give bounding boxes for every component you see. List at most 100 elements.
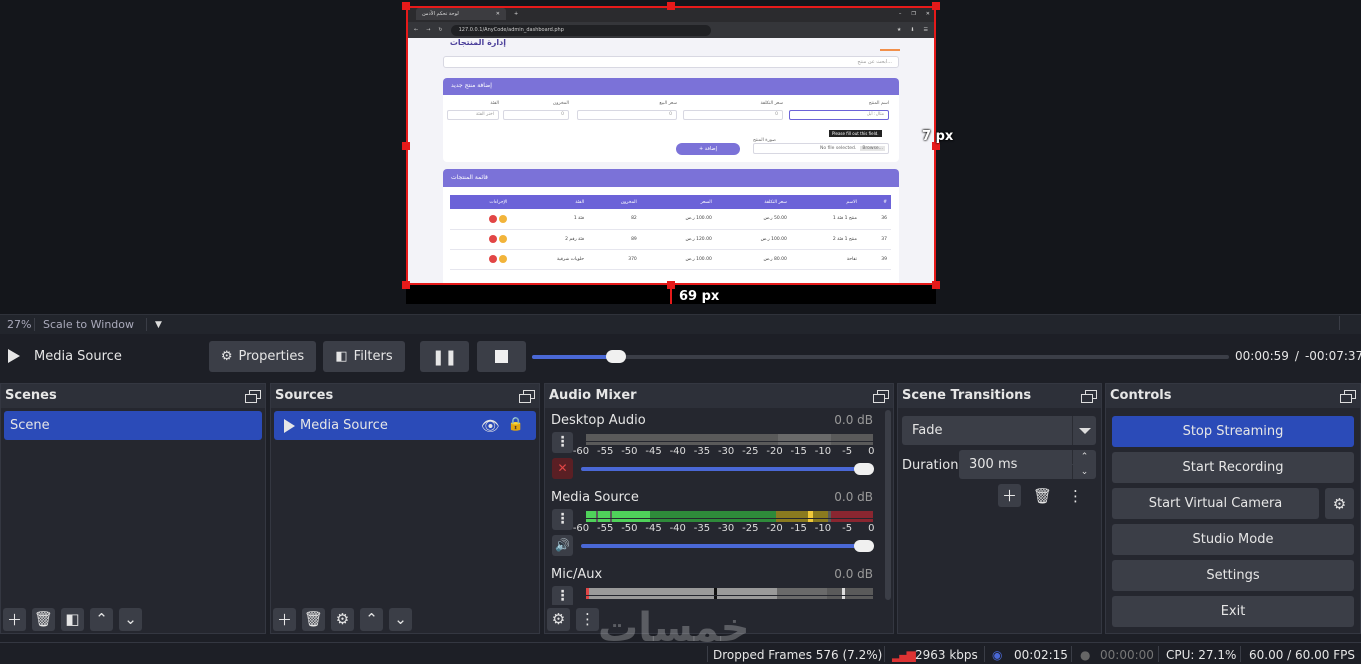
media-source-name: Media Source bbox=[34, 349, 122, 364]
meter-segment bbox=[831, 511, 873, 518]
elapsed-time: 00:00:59 bbox=[1235, 349, 1289, 363]
exit-button[interactable]: Exit bbox=[1112, 596, 1354, 627]
mixer-scrollbar[interactable] bbox=[885, 410, 891, 600]
more-vertical-icon[interactable]: ⋮ bbox=[552, 509, 573, 530]
undock-icon[interactable] bbox=[1081, 390, 1097, 403]
zoom-level: 27% bbox=[0, 318, 35, 331]
stream-time: 00:02:15 bbox=[1014, 648, 1068, 662]
selection-box[interactable] bbox=[406, 6, 936, 285]
move-up-button[interactable]: ⌃ bbox=[360, 607, 383, 631]
undock-icon[interactable] bbox=[519, 390, 535, 403]
stop-streaming-button[interactable]: Stop Streaming bbox=[1112, 416, 1354, 447]
volume-handle[interactable] bbox=[854, 463, 874, 475]
scale-tick: -60 bbox=[572, 523, 590, 534]
start-virtual-camera-button[interactable]: Start Virtual Camera bbox=[1112, 488, 1319, 519]
spin-up-icon[interactable]: ⌃ bbox=[1072, 450, 1096, 464]
move-down-button[interactable]: ⌄ bbox=[119, 607, 142, 631]
plus-icon: ＋ bbox=[6, 610, 22, 629]
scene-item[interactable]: Scene bbox=[4, 411, 262, 440]
undock-icon[interactable] bbox=[1340, 390, 1356, 403]
divider bbox=[1339, 316, 1340, 330]
volume-handle[interactable] bbox=[854, 540, 874, 552]
spin-down-icon[interactable]: ⌄ bbox=[1072, 465, 1096, 479]
guide-line-bottom bbox=[670, 285, 672, 304]
stop-button[interactable] bbox=[477, 341, 526, 372]
filters-button[interactable]: ◧ Filters bbox=[323, 341, 405, 372]
add-source-button[interactable]: ＋ bbox=[273, 607, 296, 631]
scale-tick: -50 bbox=[621, 446, 638, 457]
more-vertical-icon[interactable]: ⋮ bbox=[552, 586, 573, 605]
trash-icon: 🗑 bbox=[1032, 486, 1053, 505]
volume-slider[interactable] bbox=[581, 540, 874, 552]
meter-segment bbox=[778, 434, 831, 441]
guide-distance-bottom: 69 px bbox=[679, 289, 720, 304]
resize-handle[interactable] bbox=[402, 142, 410, 150]
source-item[interactable]: Media Source 👁 🔒 bbox=[274, 411, 536, 440]
meter-segment bbox=[776, 519, 808, 522]
resize-handle[interactable] bbox=[667, 2, 675, 10]
pause-button[interactable]: ❚❚ bbox=[420, 341, 469, 372]
remove-source-button[interactable]: 🗑 bbox=[302, 607, 325, 631]
chevron-down-icon[interactable]: ▼ bbox=[155, 320, 162, 330]
scale-tick: -55 bbox=[597, 446, 614, 457]
resize-handle[interactable] bbox=[402, 2, 410, 10]
status-bar: Dropped Frames 576 (7.2%) ▂▄▆ 2963 kbps … bbox=[0, 642, 1361, 664]
media-seek-bar[interactable] bbox=[532, 350, 1229, 363]
add-transition-button[interactable]: ＋ bbox=[998, 484, 1021, 507]
mixer-menu-button[interactable]: ⋮ bbox=[576, 607, 599, 631]
guide-distance-right: 7 px bbox=[922, 129, 954, 144]
undock-icon[interactable] bbox=[245, 390, 261, 403]
level-meter bbox=[586, 442, 873, 445]
controls-header: Controls bbox=[1106, 384, 1360, 408]
cpu-usage: CPU: 27.1% bbox=[1166, 648, 1237, 662]
chevron-down-icon: ⌄ bbox=[394, 610, 407, 628]
transition-menu-button[interactable]: ⋮ bbox=[1064, 484, 1087, 507]
scale-mode[interactable]: Scale to Window bbox=[35, 318, 147, 331]
meter-segment bbox=[778, 442, 831, 445]
level-meter bbox=[586, 588, 873, 595]
channel-db: 0.0 dB bbox=[834, 413, 873, 427]
divider bbox=[1158, 646, 1159, 662]
gear-icon: ⚙ bbox=[551, 610, 566, 628]
remove-scene-button[interactable]: 🗑 bbox=[32, 607, 55, 631]
properties-button[interactable]: ⚙ Properties bbox=[209, 341, 316, 372]
remove-transition-button[interactable]: 🗑 bbox=[1031, 484, 1054, 507]
resize-handle[interactable] bbox=[932, 281, 940, 289]
start-recording-button[interactable]: Start Recording bbox=[1112, 452, 1354, 483]
move-down-button[interactable]: ⌄ bbox=[389, 607, 412, 631]
meter-segment bbox=[717, 596, 777, 599]
chevron-down-icon[interactable] bbox=[1072, 416, 1096, 445]
preview-canvas[interactable]: لوحة تحكم الأدمن ✕ + – ❐ ✕ ← → ↻ 127.0.0.1… bbox=[0, 0, 1361, 314]
eye-icon[interactable]: 👁 bbox=[481, 417, 500, 435]
properties-label: Properties bbox=[238, 349, 305, 364]
resize-handle[interactable] bbox=[932, 2, 940, 10]
resize-handle[interactable] bbox=[402, 281, 410, 289]
transition-select[interactable]: Fade bbox=[902, 416, 1096, 445]
source-properties-button[interactable]: ⚙ bbox=[331, 607, 354, 631]
mixer-settings-button[interactable]: ⚙ bbox=[547, 607, 570, 631]
scene-filters-button[interactable]: ◧ bbox=[61, 607, 84, 631]
settings-button[interactable]: Settings bbox=[1112, 560, 1354, 591]
muted-speaker-icon[interactable]: ✕ bbox=[552, 458, 573, 479]
scale-tick: -40 bbox=[669, 446, 686, 457]
meter-segment bbox=[589, 588, 714, 595]
undock-icon[interactable] bbox=[873, 390, 889, 403]
more-vertical-icon[interactable]: ⋮ bbox=[552, 432, 573, 453]
chevron-up-icon: ⌃ bbox=[95, 610, 108, 628]
meter-segment bbox=[776, 511, 808, 518]
volume-slider[interactable] bbox=[581, 463, 874, 475]
seek-handle[interactable] bbox=[605, 350, 626, 363]
virtual-camera-settings-button[interactable]: ⚙ bbox=[1325, 488, 1354, 519]
add-scene-button[interactable]: ＋ bbox=[3, 607, 26, 631]
dropped-frames: Dropped Frames 576 (7.2%) bbox=[713, 648, 883, 662]
lock-icon[interactable]: 🔒 bbox=[508, 417, 524, 432]
divider bbox=[884, 646, 885, 662]
move-up-button[interactable]: ⌃ bbox=[90, 607, 113, 631]
studio-mode-button[interactable]: Studio Mode bbox=[1112, 524, 1354, 555]
play-icon[interactable] bbox=[8, 349, 20, 363]
scenes-dock: Scenes Scene ＋ 🗑 ◧ ⌃ ⌄ bbox=[0, 383, 266, 634]
scale-tick: -60 bbox=[572, 446, 590, 457]
media-time: 00:00:59 / -00:07:37 bbox=[1235, 349, 1361, 363]
speaker-icon[interactable]: 🔊 bbox=[552, 535, 573, 556]
duration-input[interactable]: 300 ms ⌃ ⌄ bbox=[959, 450, 1096, 479]
